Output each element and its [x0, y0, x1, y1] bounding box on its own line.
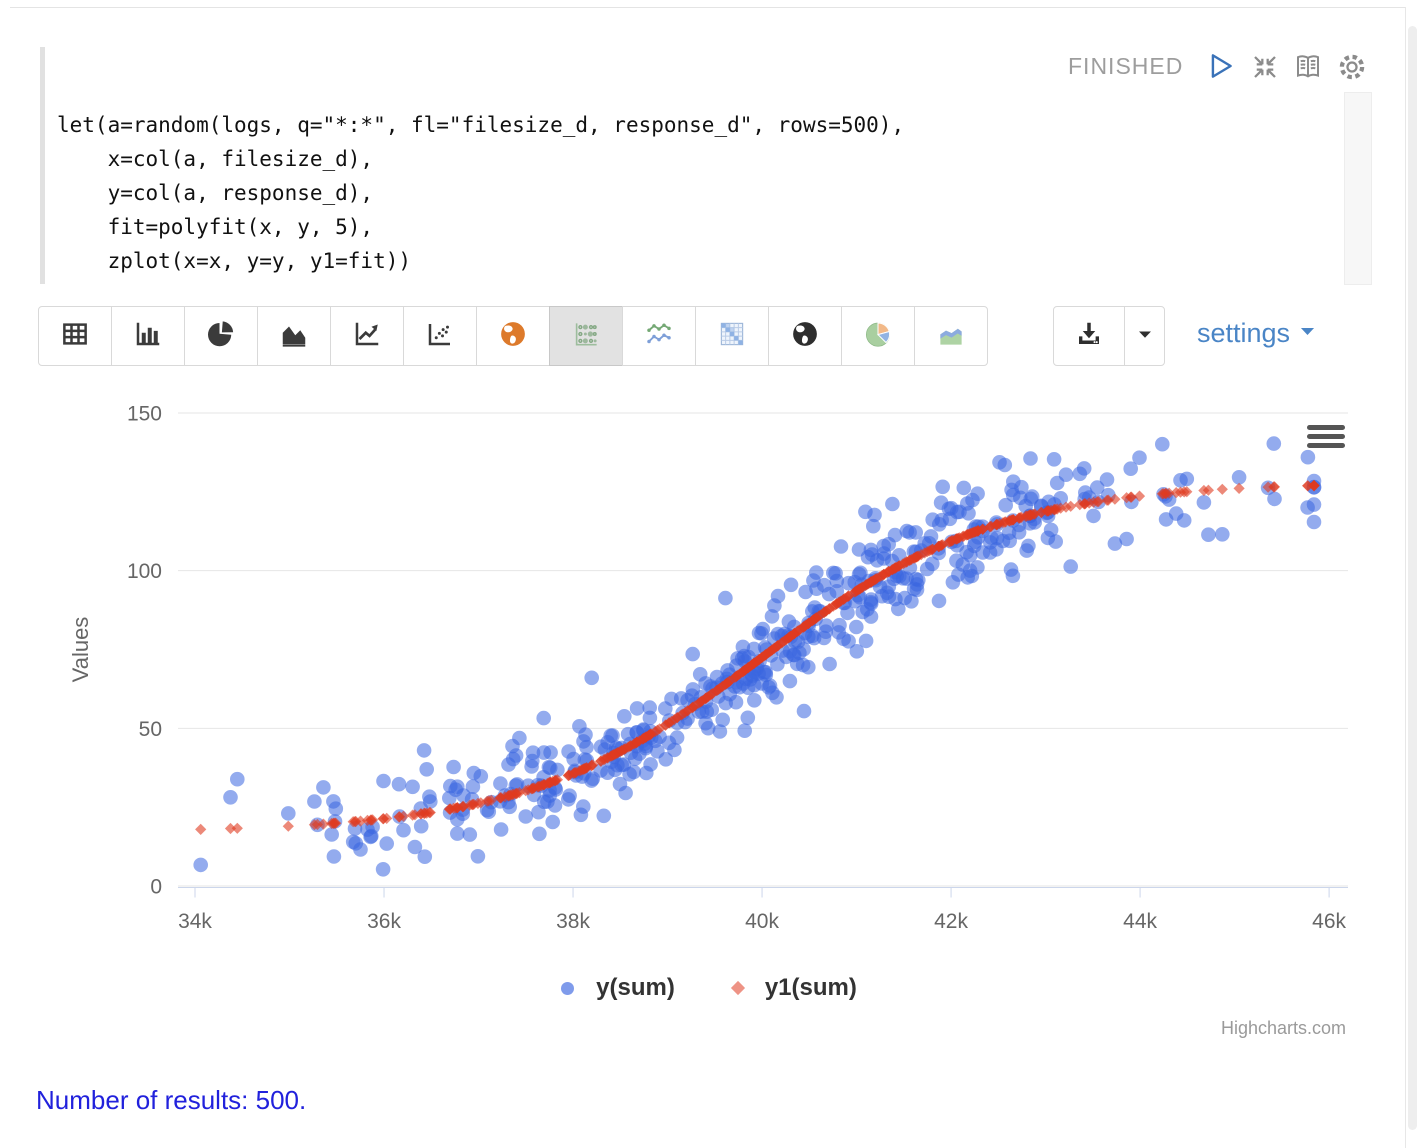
- svg-text:100: 100: [127, 560, 162, 583]
- area-chart-icon: [279, 319, 309, 354]
- scatter-plot-icon: [425, 319, 455, 354]
- download-icon: [1074, 319, 1104, 354]
- download-group: [1053, 306, 1165, 366]
- svg-text:36k: 36k: [367, 910, 401, 933]
- chart-legend: y(sum) y1(sum): [0, 974, 1418, 1002]
- code-editor[interactable]: let(a=random(logs, q="*:*", fl="filesize…: [57, 108, 904, 278]
- legend-circle-marker: [561, 982, 574, 995]
- svg-text:46k: 46k: [1312, 910, 1346, 933]
- chart-type-button-table[interactable]: [38, 306, 112, 366]
- line-chart-icon: [352, 319, 382, 354]
- chart-type-button-pie-chart-color[interactable]: [841, 306, 915, 366]
- settings-caret-icon: [1297, 318, 1318, 349]
- svg-text:150: 150: [127, 403, 162, 426]
- menu-bar: [1307, 443, 1345, 448]
- download-options-button[interactable]: [1124, 306, 1165, 366]
- chart-type-button-pie-chart[interactable]: [184, 306, 258, 366]
- svg-text:38k: 38k: [556, 910, 590, 933]
- globe-dark-icon: [790, 319, 820, 354]
- collapse-icon[interactable]: [1247, 49, 1283, 85]
- pie-chart-color-icon: [863, 319, 893, 354]
- svg-text:0: 0: [150, 876, 162, 899]
- legend-label: y(sum): [596, 974, 675, 1002]
- chart-type-button-heatmap[interactable]: [695, 306, 769, 366]
- chart-type-button-globe-dark[interactable]: [768, 306, 842, 366]
- heatmap-icon: [717, 319, 747, 354]
- legend-diamond-marker: [731, 981, 745, 995]
- menu-bar: [1307, 434, 1345, 439]
- highcharts-credits-link[interactable]: Highcharts.com: [1221, 1018, 1346, 1039]
- chart-type-button-dot-grid[interactable]: [549, 306, 623, 366]
- code-editor-scrollbar[interactable]: [1344, 92, 1372, 285]
- chart-type-button-multi-line-chart[interactable]: [622, 306, 696, 366]
- svg-text:42k: 42k: [934, 910, 968, 933]
- chart-type-button-globe-orange[interactable]: [476, 306, 550, 366]
- svg-text:34k: 34k: [178, 910, 212, 933]
- area-chart-color-icon: [936, 319, 966, 354]
- chart-type-button-scatter-plot[interactable]: [403, 306, 477, 366]
- chart-type-button-area-chart[interactable]: [257, 306, 331, 366]
- caret-down-icon: [1132, 321, 1158, 352]
- chart-type-button-area-chart-color[interactable]: [914, 306, 988, 366]
- notebook-icon[interactable]: [1290, 49, 1326, 85]
- svg-text:40k: 40k: [745, 910, 779, 933]
- svg-text:50: 50: [139, 718, 162, 741]
- settings-label: settings: [1197, 318, 1290, 349]
- paragraph-top-border: [10, 7, 1406, 8]
- bar-chart-icon: [133, 319, 163, 354]
- legend-label: y1(sum): [765, 974, 857, 1002]
- run-paragraph-icon[interactable]: [1202, 48, 1238, 84]
- svg-text:Values: Values: [68, 617, 93, 683]
- results-count-text: Number of results: 500.: [36, 1085, 306, 1116]
- download-button[interactable]: [1053, 306, 1125, 366]
- globe-orange-icon: [498, 319, 528, 354]
- svg-text:44k: 44k: [1123, 910, 1157, 933]
- table-icon: [60, 319, 90, 354]
- settings-dropdown[interactable]: settings: [1197, 318, 1318, 349]
- chart-type-toolbar: [38, 306, 988, 366]
- legend-item-y-sum[interactable]: y(sum): [561, 974, 675, 1002]
- chart-context-menu-button[interactable]: [1307, 425, 1345, 452]
- chart-type-button-line-chart[interactable]: [330, 306, 404, 366]
- menu-bar: [1307, 425, 1345, 430]
- code-block-gutter: [40, 47, 45, 284]
- gear-icon[interactable]: [1334, 49, 1370, 85]
- pie-chart-icon: [206, 319, 236, 354]
- dot-grid-icon: [571, 319, 601, 354]
- chart-type-button-bar-chart[interactable]: [111, 306, 185, 366]
- multi-line-chart-icon: [644, 319, 674, 354]
- legend-item-y1-sum[interactable]: y1(sum): [733, 974, 857, 1002]
- paragraph-status: FINISHED: [1068, 53, 1183, 80]
- scatter-chart[interactable]: 0 50 100 150 34k 36k 38k 40k 42k 44k 46k Values: [0, 400, 1418, 974]
